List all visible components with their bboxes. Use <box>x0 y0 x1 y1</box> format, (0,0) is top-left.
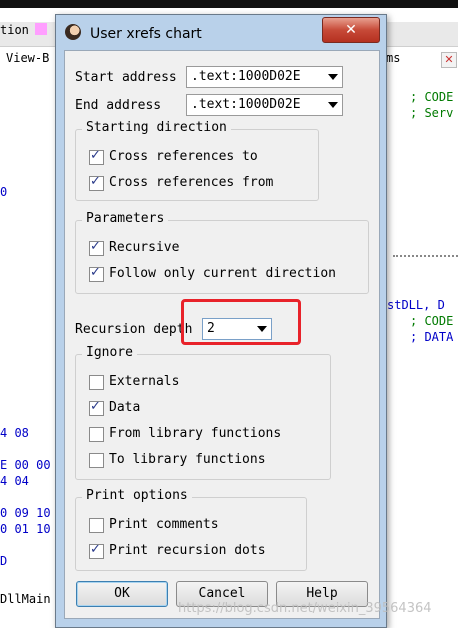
ok-button[interactable]: OK <box>76 581 168 607</box>
background-hex-line: 4 08 <box>0 426 29 440</box>
parameters-group: Parameters Recursive Follow only current… <box>75 211 369 294</box>
dialog-title: User xrefs chart <box>90 26 202 42</box>
background-code-comment: ; CODE <box>410 90 454 104</box>
background-func-ref: stDLL, D <box>387 298 445 312</box>
data-checkbox[interactable] <box>89 399 104 416</box>
annotation-highlight-box <box>181 299 301 345</box>
xrefs-from-checkbox[interactable] <box>89 174 104 191</box>
background-code-comment: ; Serv <box>410 106 454 120</box>
starting-direction-group: Starting direction Cross references to C… <box>75 120 319 201</box>
print-recursion-dots-checkbox[interactable] <box>89 542 104 559</box>
end-address-label: End address <box>75 98 162 113</box>
background-bottom-label: DllMain <box>0 592 51 606</box>
start-address-value: .text:1000D02E <box>191 69 301 84</box>
watermark: https://blog.csdn.net/weixin_39564364 <box>178 601 432 616</box>
print-options-group: Print options Print comments Print recur… <box>75 488 307 571</box>
background-code-comment: ; CODE <box>410 314 454 328</box>
chevron-down-icon <box>328 74 338 80</box>
recursive-label[interactable]: Recursive <box>109 240 179 255</box>
background-menu-view: View-B <box>6 51 50 65</box>
externals-label[interactable]: Externals <box>109 374 179 389</box>
background-menu-right: ms <box>386 51 401 65</box>
background-hex-line: 0 09 10 <box>0 506 51 520</box>
background-hex-line: 0 01 10 <box>0 522 51 536</box>
from-library-label[interactable]: From library functions <box>109 426 281 441</box>
end-address-combo[interactable]: .text:1000D02E <box>186 94 343 116</box>
ida-app-icon <box>65 24 81 40</box>
group-title: Print options <box>82 488 192 503</box>
recursion-depth-label: Recursion depth <box>75 322 193 337</box>
print-comments-label[interactable]: Print comments <box>109 517 219 532</box>
externals-checkbox[interactable] <box>89 375 104 390</box>
recursive-checkbox[interactable] <box>89 239 104 256</box>
background-close-icon[interactable]: ✕ <box>441 52 457 68</box>
background-hex-line: 0 <box>0 185 8 199</box>
data-label[interactable]: Data <box>109 400 140 415</box>
follow-direction-checkbox[interactable] <box>89 265 104 282</box>
follow-direction-label[interactable]: Follow only current direction <box>109 266 336 281</box>
group-title: Parameters <box>82 211 169 226</box>
xrefs-to-label[interactable]: Cross references to <box>109 149 258 164</box>
close-button[interactable]: ✕ <box>322 17 380 43</box>
background-hex-line: E 00 00 <box>0 458 51 472</box>
xrefs-from-label[interactable]: Cross references from <box>109 175 273 190</box>
group-title: Ignore <box>82 345 137 360</box>
to-library-checkbox[interactable] <box>89 453 104 468</box>
chevron-down-icon <box>328 102 338 108</box>
from-library-checkbox[interactable] <box>89 427 104 442</box>
group-title: Starting direction <box>82 120 231 135</box>
end-address-value: .text:1000D02E <box>191 97 301 112</box>
start-address-label: Start address <box>75 70 177 85</box>
background-hex-line: D <box>0 554 8 568</box>
print-comments-checkbox[interactable] <box>89 518 104 533</box>
print-recursion-dots-label[interactable]: Print recursion dots <box>109 543 266 558</box>
background-hex-line: 4 04 <box>0 474 29 488</box>
close-icon: ✕ <box>345 22 357 38</box>
background-top-bar <box>0 0 458 8</box>
to-library-label[interactable]: To library functions <box>109 452 266 467</box>
background-code-comment: ; DATA <box>410 330 454 344</box>
start-address-combo[interactable]: .text:1000D02E <box>186 66 343 88</box>
background-separator <box>393 255 458 257</box>
background-color-marker <box>35 23 47 35</box>
xrefs-to-checkbox[interactable] <box>89 148 104 165</box>
ignore-group: Ignore Externals Data From library funct… <box>75 345 331 480</box>
dialog-titlebar[interactable]: User xrefs chart ✕ <box>56 15 386 49</box>
background-menu-left: tion <box>0 23 29 37</box>
